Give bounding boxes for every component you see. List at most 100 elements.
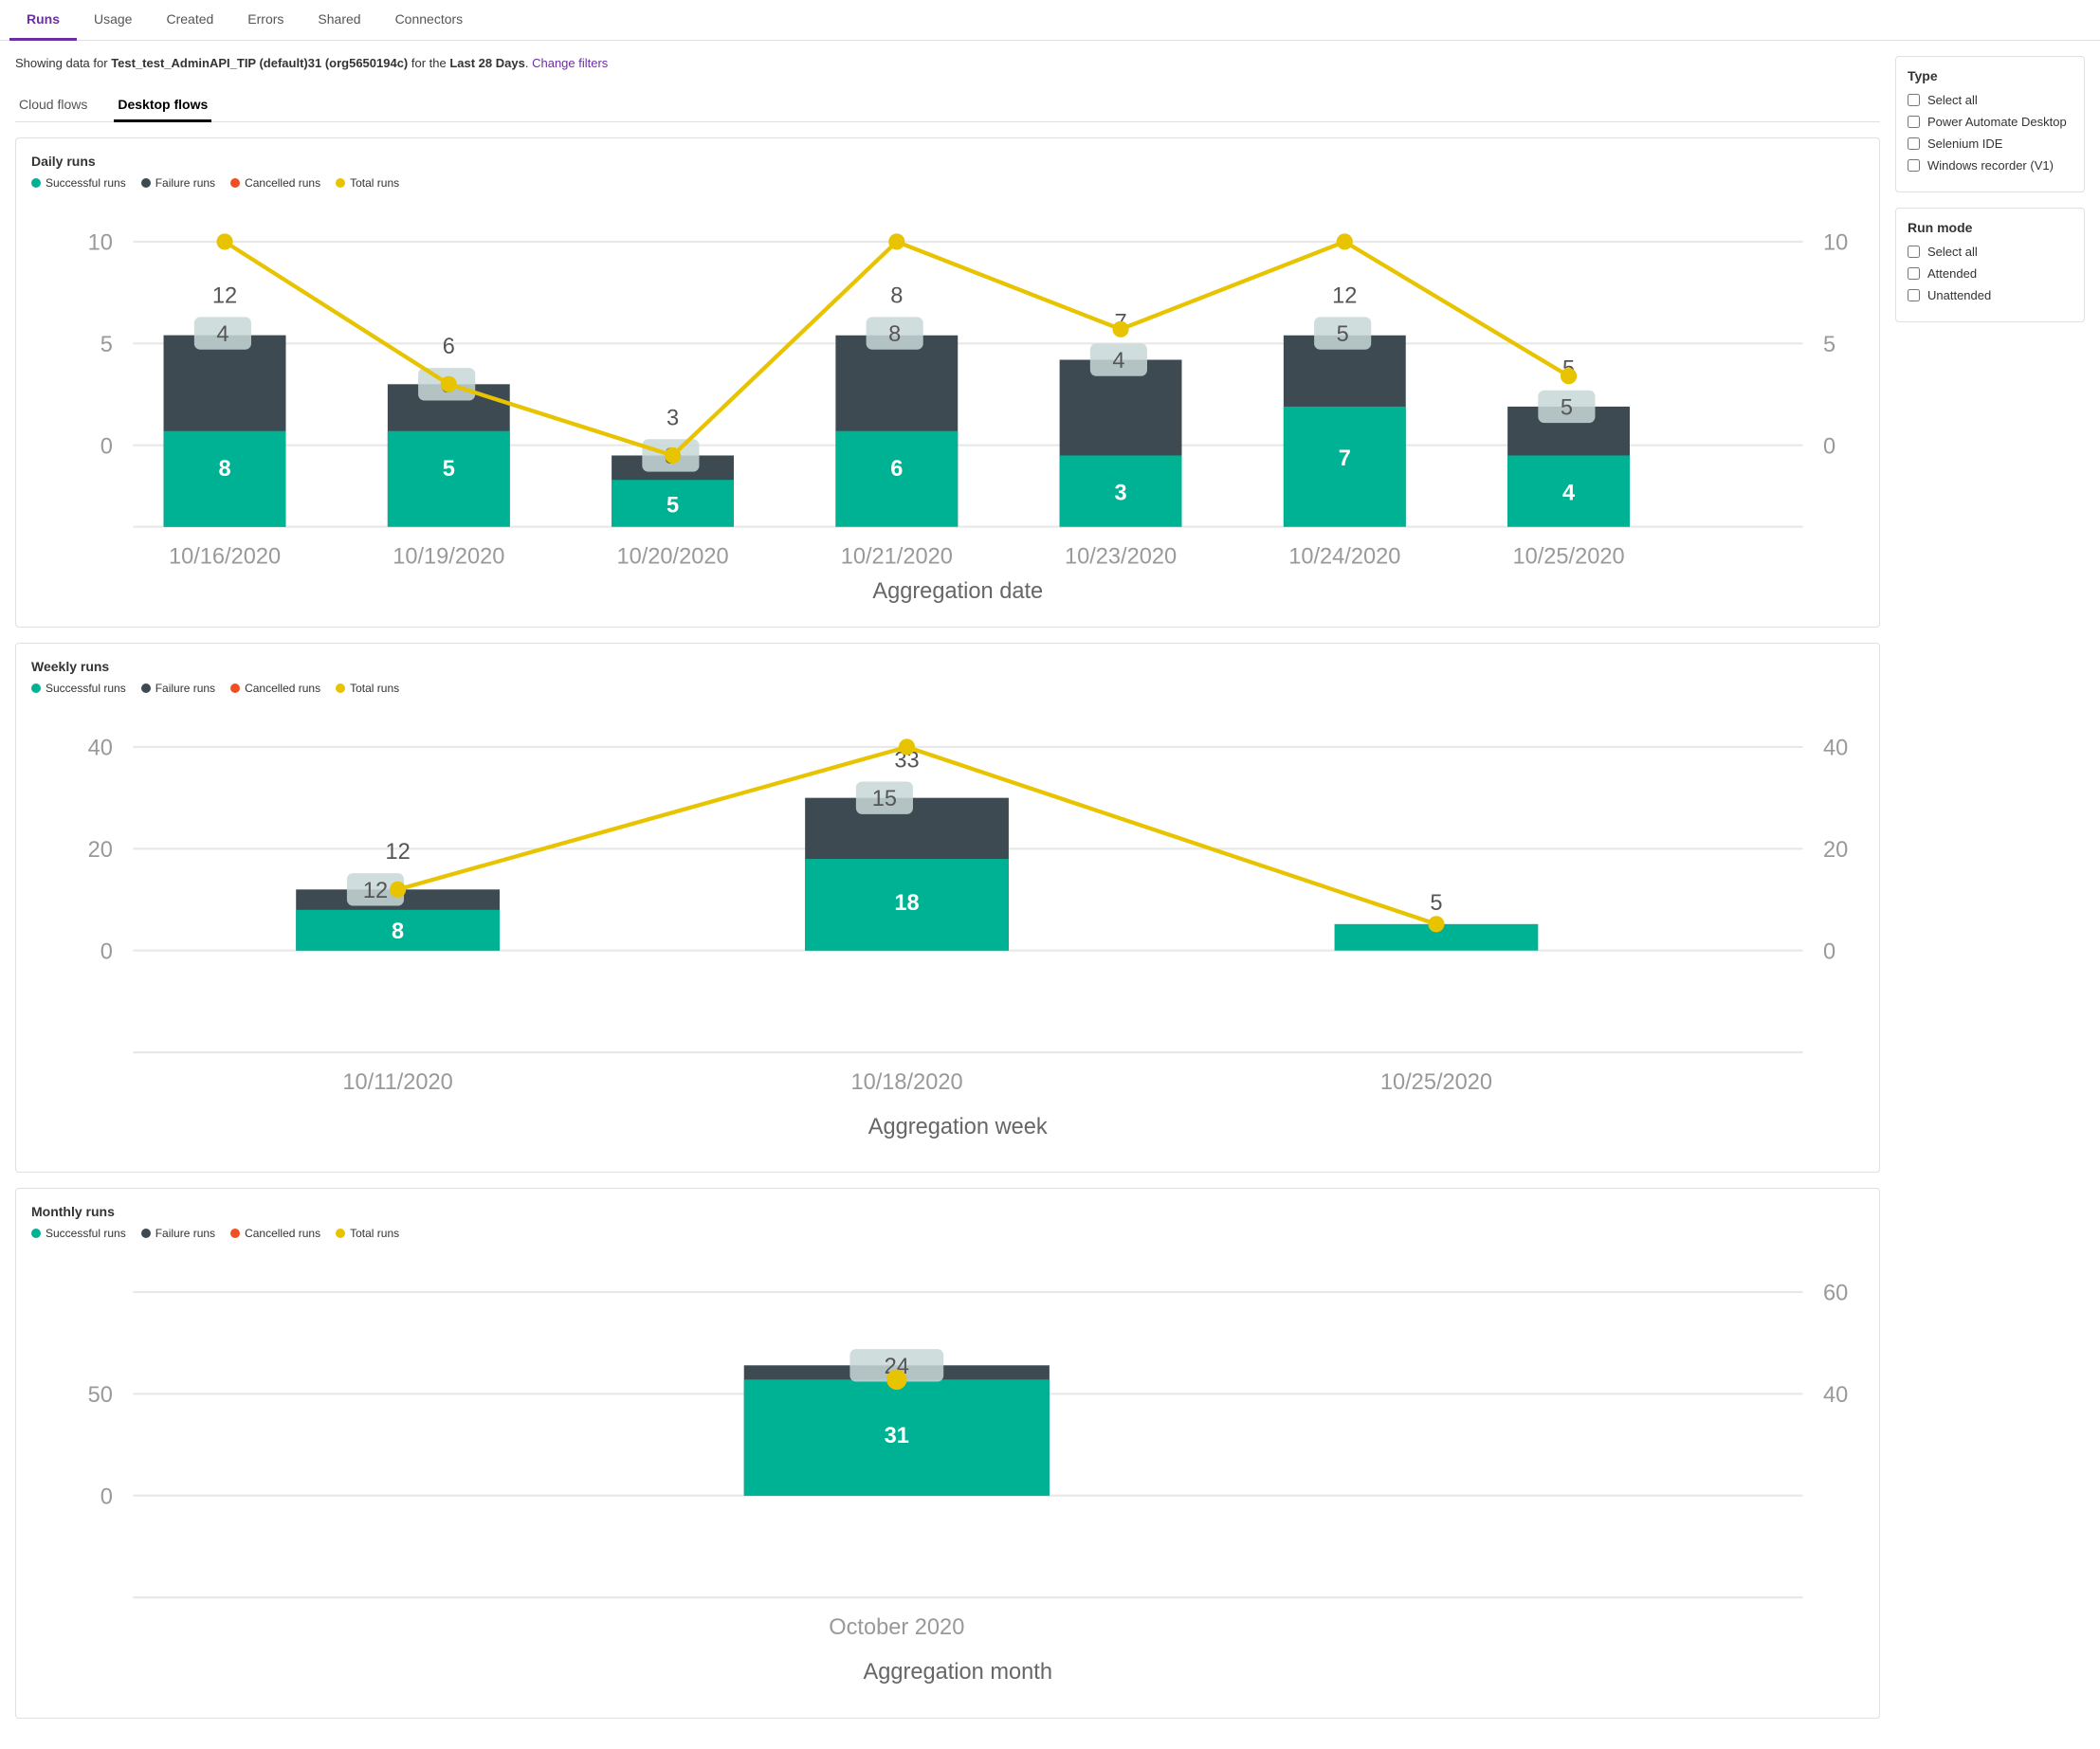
svg-text:4: 4 — [1562, 482, 1575, 506]
type-power-automate-checkbox[interactable] — [1908, 116, 1920, 128]
tab-runs[interactable]: Runs — [9, 0, 77, 41]
svg-text:10/25/2020: 10/25/2020 — [1512, 544, 1624, 569]
type-select-all: Select all — [1908, 93, 2073, 107]
svg-text:40: 40 — [1823, 736, 1848, 760]
type-selenium-label[interactable]: Selenium IDE — [1927, 137, 2002, 151]
sidebar: Type Select all Power Automate Desktop S… — [1895, 56, 2085, 1734]
legend-cancelled: Cancelled runs — [230, 176, 320, 190]
svg-text:12: 12 — [363, 878, 388, 902]
svg-text:0: 0 — [1823, 939, 1835, 964]
svg-text:5: 5 — [1823, 333, 1835, 357]
svg-text:October 2020: October 2020 — [829, 1615, 964, 1640]
weekly-runs-title: Weekly runs — [31, 659, 1864, 674]
type-filter-title: Type — [1908, 68, 2073, 83]
svg-text:10/19/2020: 10/19/2020 — [393, 544, 504, 569]
weekly-chart-svg: 40 20 0 40 20 0 8 12 12 — [31, 706, 1864, 1155]
svg-text:18: 18 — [894, 890, 919, 915]
svg-text:7: 7 — [1339, 446, 1351, 471]
sub-tab-desktop-flows[interactable]: Desktop flows — [114, 89, 211, 122]
svg-text:10/18/2020: 10/18/2020 — [850, 1069, 962, 1094]
svg-text:5: 5 — [1430, 890, 1442, 915]
run-mode-attended-checkbox[interactable] — [1908, 267, 1920, 280]
daily-runs-chart-card: Daily runs Successful runs Failure runs … — [15, 137, 1880, 628]
info-bar: Showing data for Test_test_AdminAPI_TIP … — [15, 56, 1880, 70]
svg-text:8: 8 — [392, 919, 404, 943]
type-windows-recorder-label[interactable]: Windows recorder (V1) — [1927, 158, 2054, 173]
weekly-legend: Successful runs Failure runs Cancelled r… — [31, 682, 1864, 695]
monthly-runs-title: Monthly runs — [31, 1204, 1864, 1219]
monthly-runs-chart-card: Monthly runs Successful runs Failure run… — [15, 1188, 1880, 1719]
run-mode-unattended-label[interactable]: Unattended — [1927, 288, 1991, 302]
type-select-all-label[interactable]: Select all — [1927, 93, 1978, 107]
legend-total-m: Total runs — [336, 1227, 399, 1240]
svg-text:12: 12 — [212, 283, 237, 308]
svg-text:10: 10 — [1823, 231, 1848, 256]
svg-text:6: 6 — [890, 457, 903, 482]
monthly-legend: Successful runs Failure runs Cancelled r… — [31, 1227, 1864, 1240]
svg-text:10/11/2020: 10/11/2020 — [342, 1069, 452, 1094]
svg-text:5: 5 — [100, 333, 113, 357]
tab-usage[interactable]: Usage — [77, 0, 149, 41]
svg-text:40: 40 — [1823, 1383, 1848, 1408]
legend-failure-w: Failure runs — [141, 682, 215, 695]
svg-text:10/21/2020: 10/21/2020 — [841, 544, 953, 569]
type-power-automate-label[interactable]: Power Automate Desktop — [1927, 115, 2067, 129]
type-selenium-checkbox[interactable] — [1908, 137, 1920, 150]
legend-cancelled-w: Cancelled runs — [230, 682, 320, 695]
daily-legend: Successful runs Failure runs Cancelled r… — [31, 176, 1864, 190]
svg-text:10/23/2020: 10/23/2020 — [1065, 544, 1177, 569]
svg-text:50: 50 — [88, 1383, 113, 1408]
run-mode-filter-box: Run mode Select all Attended Unattended — [1895, 208, 2085, 322]
tab-connectors[interactable]: Connectors — [378, 0, 481, 41]
daily-runs-title: Daily runs — [31, 154, 1864, 169]
tab-errors[interactable]: Errors — [230, 0, 301, 41]
monthly-chart-svg: 50 0 60 40 31 24 October 2020 — [31, 1251, 1864, 1700]
run-mode-unattended: Unattended — [1908, 288, 2073, 302]
weekly-runs-chart-card: Weekly runs Successful runs Failure runs… — [15, 643, 1880, 1174]
run-mode-select-all-label[interactable]: Select all — [1927, 245, 1978, 259]
svg-text:Aggregation month: Aggregation month — [863, 1660, 1052, 1685]
legend-failure: Failure runs — [141, 176, 215, 190]
svg-text:40: 40 — [88, 736, 113, 760]
svg-text:4: 4 — [216, 322, 228, 347]
svg-text:Aggregation week: Aggregation week — [868, 1115, 1048, 1139]
svg-text:10: 10 — [88, 231, 113, 256]
svg-text:3: 3 — [667, 406, 679, 430]
daily-chart-svg: 10 5 0 10 5 0 8 4 — [31, 201, 1864, 609]
svg-text:0: 0 — [100, 434, 113, 459]
svg-text:10/16/2020: 10/16/2020 — [169, 544, 281, 569]
type-select-all-checkbox[interactable] — [1908, 94, 1920, 106]
svg-text:8: 8 — [890, 283, 903, 308]
run-mode-filter-title: Run mode — [1908, 220, 2073, 235]
type-filter-box: Type Select all Power Automate Desktop S… — [1895, 56, 2085, 192]
run-mode-attended: Attended — [1908, 266, 2073, 281]
svg-text:0: 0 — [100, 939, 113, 964]
svg-text:0: 0 — [100, 1485, 113, 1509]
period: Last 28 Days — [449, 56, 525, 70]
legend-total: Total runs — [336, 176, 399, 190]
sub-tabs: Cloud flows Desktop flows — [15, 89, 1880, 122]
legend-successful-w: Successful runs — [31, 682, 126, 695]
svg-text:20: 20 — [88, 837, 113, 862]
svg-text:15: 15 — [872, 787, 897, 811]
run-mode-select-all-checkbox[interactable] — [1908, 246, 1920, 258]
legend-total-w: Total runs — [336, 682, 399, 695]
monthly-chart-wrapper: 50 0 60 40 31 24 October 2020 — [31, 1251, 1864, 1703]
sub-tab-cloud-flows[interactable]: Cloud flows — [15, 89, 91, 122]
svg-text:5: 5 — [667, 494, 679, 519]
run-mode-attended-label[interactable]: Attended — [1927, 266, 1977, 281]
type-windows-recorder-checkbox[interactable] — [1908, 159, 1920, 172]
svg-text:12: 12 — [1332, 283, 1357, 308]
svg-text:8: 8 — [218, 457, 230, 482]
svg-text:5: 5 — [1561, 396, 1573, 421]
change-filters-link[interactable]: Change filters — [532, 56, 608, 70]
daily-chart-wrapper: 10 5 0 10 5 0 8 4 — [31, 201, 1864, 611]
weekly-chart-wrapper: 40 20 0 40 20 0 8 12 12 — [31, 706, 1864, 1157]
run-mode-unattended-checkbox[interactable] — [1908, 289, 1920, 301]
svg-text:20: 20 — [1823, 837, 1848, 862]
svg-text:8: 8 — [888, 322, 901, 347]
run-mode-select-all: Select all — [1908, 245, 2073, 259]
tab-created[interactable]: Created — [149, 0, 230, 41]
tab-shared[interactable]: Shared — [301, 0, 377, 41]
svg-text:10/24/2020: 10/24/2020 — [1288, 544, 1400, 569]
